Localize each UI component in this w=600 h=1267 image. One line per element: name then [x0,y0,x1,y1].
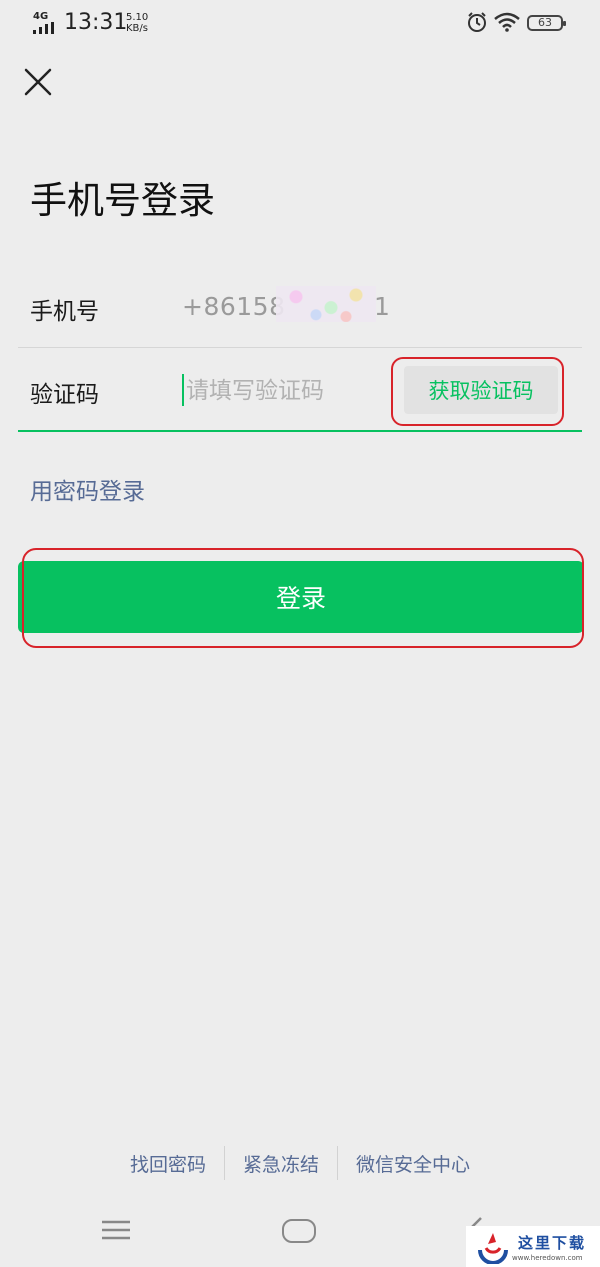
phone-number-prefix[interactable]: +86158 [182,292,285,321]
speed-unit: KB/s [126,23,148,34]
alarm-icon [468,12,486,32]
status-bar: 4G 13:31 5.10 KB/s 63 [0,0,600,48]
recover-password-link[interactable]: 找回密码 [112,1150,224,1177]
status-time: 13:31 [64,10,128,35]
text-caret [182,374,184,406]
network-type: 4G [33,11,49,22]
speed-value: 5.10 [126,12,149,23]
emergency-freeze-link[interactable]: 紧急冻结 [225,1150,337,1177]
menu-icon[interactable] [100,1218,132,1242]
home-icon[interactable] [282,1219,316,1243]
verification-code-input[interactable] [186,374,386,408]
annotation-highlight-get-code [391,357,564,426]
annotation-highlight-login [22,548,584,648]
password-login-link[interactable]: 用密码登录 [30,472,145,506]
watermark-url: www.heredown.com [512,1254,583,1262]
divider [18,347,582,348]
phone-label: 手机号 [30,299,99,325]
signal-icon [33,22,54,34]
watermark-logo-icon [478,1233,508,1264]
phone-number-suffix: 1 [374,292,390,321]
code-label: 验证码 [30,382,99,408]
close-icon[interactable] [20,64,56,100]
footer-links: 找回密码 紧急冻结 微信安全中心 [0,1143,600,1183]
active-input-underline [18,430,582,432]
watermark-title: 这里下载 [518,1234,587,1252]
battery-icon: 63 [527,15,566,31]
redaction-blur [276,286,376,322]
network-speed: 5.10 KB/s [126,12,148,34]
wifi-icon [494,12,520,32]
page-title: 手机号登录 [30,179,215,222]
security-center-link[interactable]: 微信安全中心 [338,1150,488,1177]
